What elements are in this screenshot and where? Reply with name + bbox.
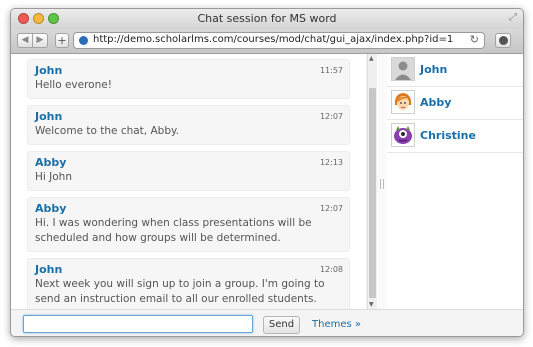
scroll-up-icon[interactable]: ▲ — [369, 55, 374, 62]
browser-toolbar: ◀ ▶ + http://demo.scholarlms.com/courses… — [11, 29, 523, 54]
forward-button[interactable]: ▶ — [32, 33, 48, 48]
chat-message: John 11:57 Hello everone! — [27, 59, 350, 99]
message-author[interactable]: Abby — [35, 202, 342, 215]
user-list-item[interactable]: John — [387, 54, 523, 87]
panel-resize-handle[interactable] — [377, 54, 387, 309]
chat-messages-panel[interactable]: John 11:57 Hello everone! John 12:07 Welcome … — [11, 54, 366, 313]
download-icon — [499, 36, 508, 45]
message-time: 11:57 — [319, 66, 343, 75]
message-time: 12:07 — [319, 112, 343, 121]
users-panel: John Abby Christine — [387, 54, 523, 309]
user-name-link[interactable]: John — [420, 63, 447, 76]
message-author[interactable]: John — [35, 263, 342, 276]
add-bookmark-button[interactable]: + — [55, 33, 69, 48]
default-user-icon — [391, 57, 415, 81]
send-button[interactable]: Send — [263, 316, 300, 334]
message-text: Welcome to the chat, Abby. — [35, 125, 180, 137]
reload-icon[interactable]: ↻ — [470, 33, 479, 46]
browser-window: Chat session for MS word ⤢ ◀ ▶ + http://… — [10, 8, 524, 337]
user-name-link[interactable]: Abby — [420, 96, 451, 109]
message-time: 12:13 — [319, 158, 343, 167]
user-name-link[interactable]: Christine — [420, 129, 476, 142]
window-title: Chat session for MS word — [197, 12, 337, 25]
message-time: 12:08 — [319, 265, 343, 274]
title-bar: Chat session for MS word ⤢ — [11, 9, 523, 29]
composer-bar: Send Themes » — [11, 309, 523, 336]
scrollbar-thumb[interactable] — [369, 88, 376, 298]
messages-scrollbar[interactable]: ▲ ▼ — [367, 54, 377, 309]
purple-monster-avatar-icon — [391, 123, 415, 147]
message-text: Next week you will sign up to join a gro… — [35, 278, 325, 305]
user-list-item[interactable]: Abby — [387, 87, 523, 120]
chat-message-input[interactable] — [23, 315, 253, 333]
chat-message: John 12:08 Next week you will sign up to j… — [27, 258, 350, 313]
scroll-down-icon[interactable]: ▼ — [369, 301, 374, 308]
fullscreen-icon[interactable]: ⤢ — [509, 12, 517, 23]
address-bar[interactable]: http://demo.scholarlms.com/courses/mod/c… — [73, 32, 485, 49]
chat-message: Abby 12:07 Hi. I was wondering when class … — [27, 197, 350, 252]
chat-message: John 12:07 Welcome to the chat, Abby. — [27, 105, 350, 145]
back-button[interactable]: ◀ — [17, 33, 33, 48]
user-list-item[interactable]: Christine — [387, 120, 523, 153]
message-text: Hi John — [35, 171, 72, 183]
message-author[interactable]: Abby — [35, 156, 342, 169]
downloads-button[interactable] — [495, 33, 511, 48]
message-list: John 11:57 Hello everone! John 12:07 Welcome … — [27, 59, 350, 319]
url-text: http://demo.scholarlms.com/courses/mod/c… — [93, 34, 454, 45]
themes-link[interactable]: Themes » — [312, 319, 361, 330]
abby-avatar-icon — [391, 90, 415, 114]
chat-message: Abby 12:13 Hi John — [27, 151, 350, 191]
message-author[interactable]: John — [35, 64, 342, 77]
message-text: Hello everone! — [35, 79, 112, 91]
site-icon — [79, 36, 88, 45]
grip-icon — [380, 179, 384, 189]
message-author[interactable]: John — [35, 110, 342, 123]
message-text: Hi. I was wondering when class presentat… — [35, 217, 312, 244]
message-time: 12:07 — [319, 204, 343, 213]
